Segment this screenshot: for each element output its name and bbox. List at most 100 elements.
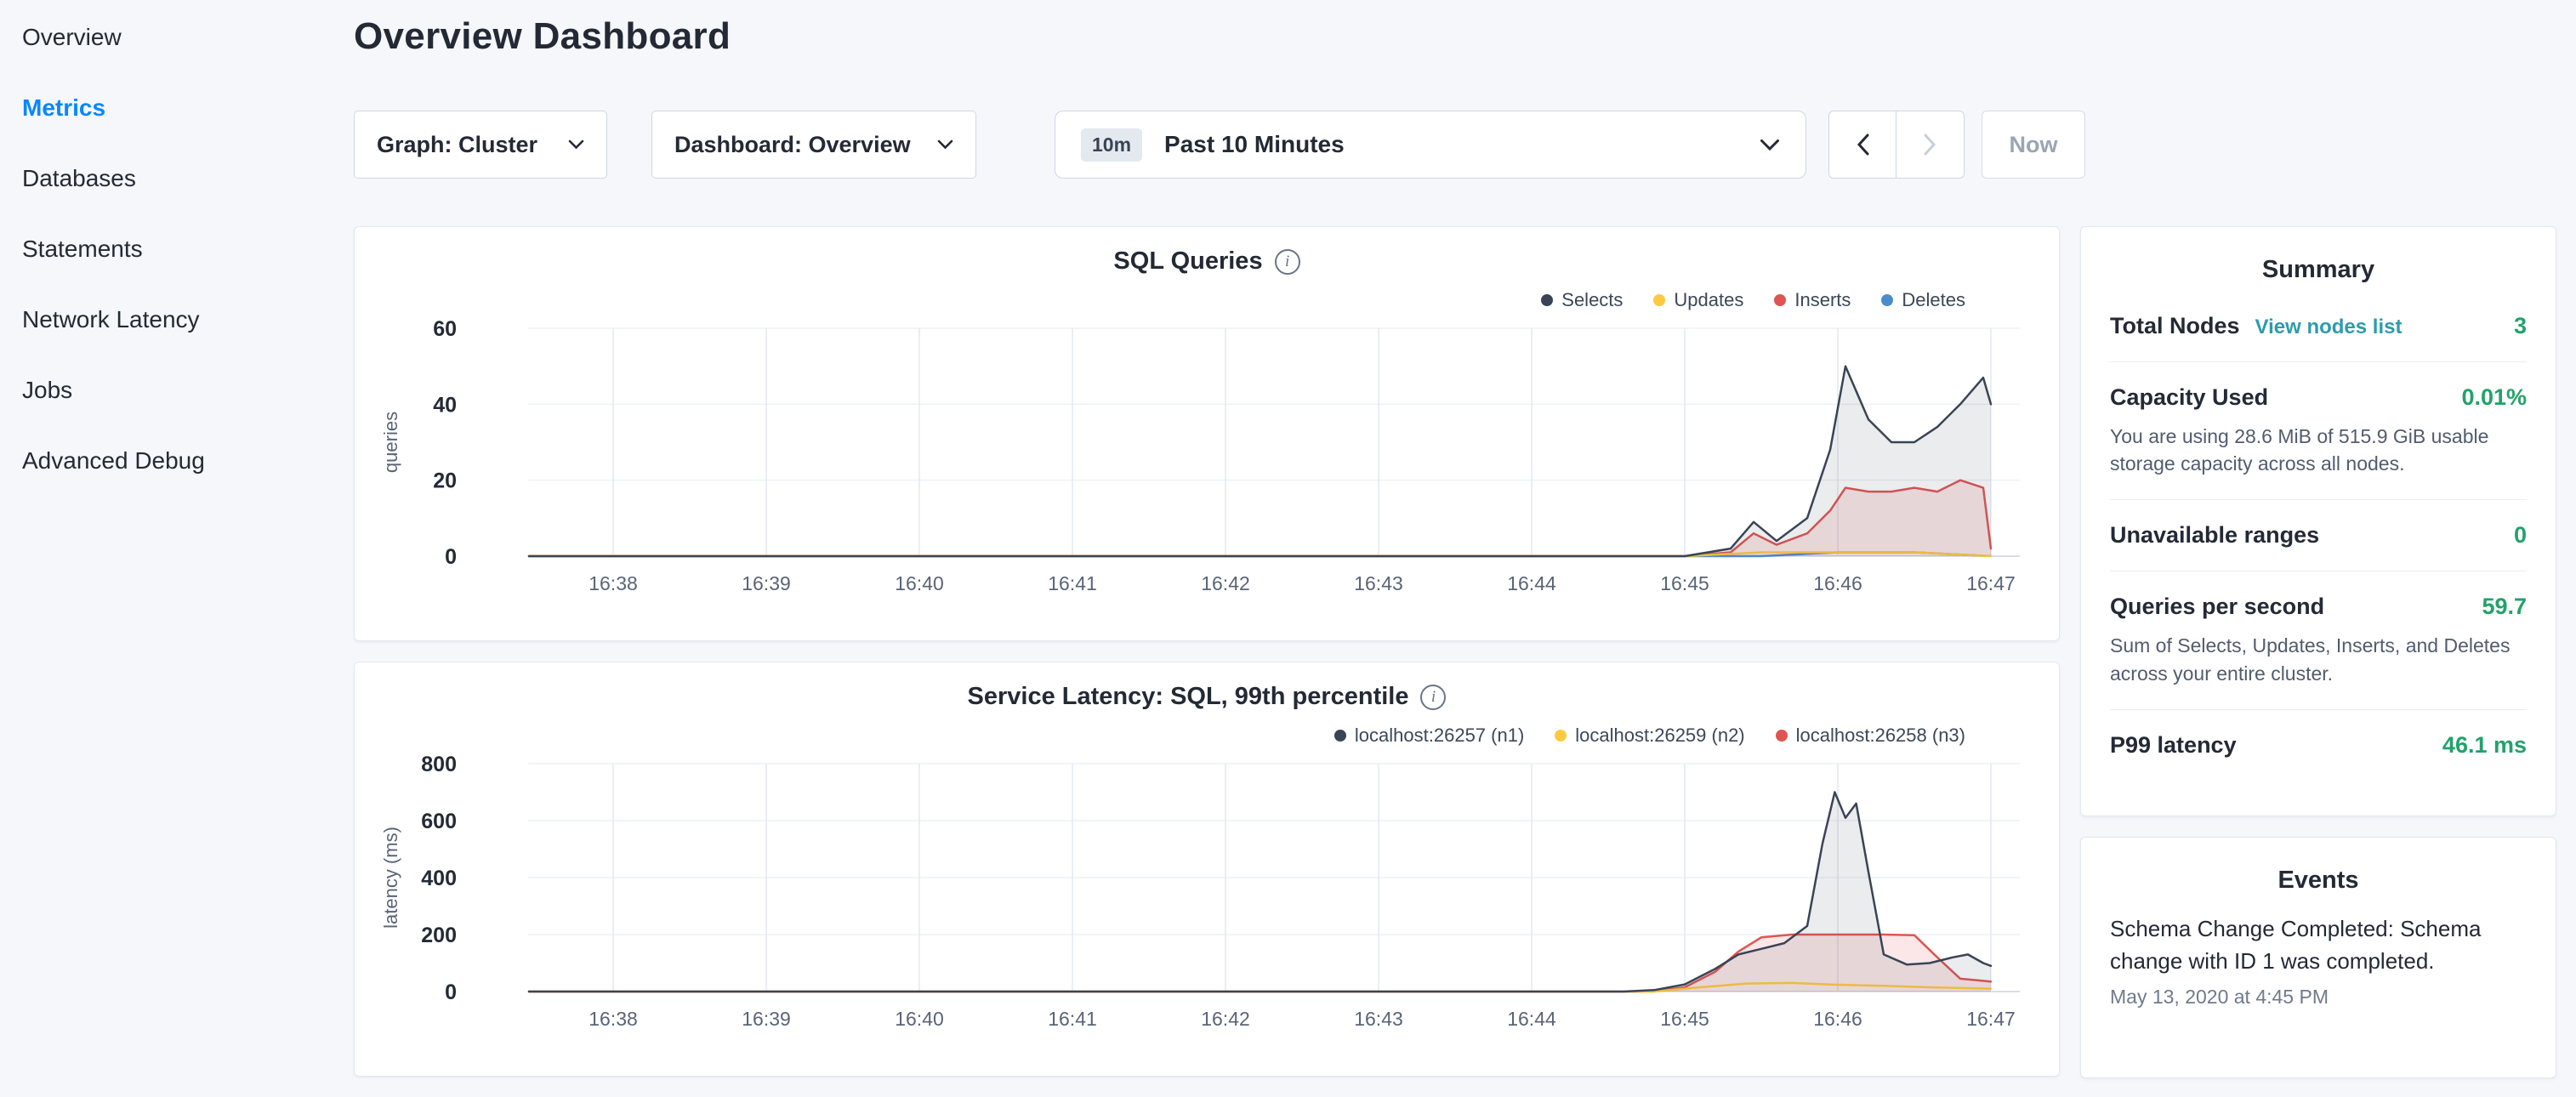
legend-item-deletes: Deletes [1881, 289, 1965, 311]
summary-description: Sum of Selects, Updates, Inserts, and De… [2110, 632, 2527, 686]
chart-title-row: Service Latency: SQL, 99th percentile [355, 683, 2059, 711]
time-forward-button[interactable] [1896, 111, 1965, 179]
legend-dot-icon [1541, 294, 1553, 306]
svg-text:16:38: 16:38 [589, 572, 638, 594]
svg-text:60: 60 [433, 317, 457, 341]
chevron-down-icon [1760, 139, 1780, 151]
svg-text:16:44: 16:44 [1507, 572, 1556, 594]
now-button[interactable]: Now [1982, 111, 2085, 179]
legend-item-localhost-26258-n3-: localhost:26258 (n3) [1776, 725, 1965, 747]
chevron-right-icon [1923, 133, 1937, 156]
events-title: Events [2110, 867, 2527, 895]
legend-label: Updates [1674, 289, 1743, 311]
summary-description: You are using 28.6 MiB of 515.9 GiB usab… [2110, 423, 2527, 477]
legend-item-localhost-26259-n2-: localhost:26259 (n2) [1555, 725, 1744, 747]
svg-text:16:47: 16:47 [1966, 572, 2016, 594]
summary-row-unavailable-ranges: Unavailable ranges 0 [2110, 499, 2527, 571]
service-latency-chart-panel: Service Latency: SQL, 99th percentile lo… [354, 662, 2060, 1077]
svg-text:0: 0 [445, 980, 457, 1004]
sidebar-item-advanced-debug[interactable]: Advanced Debug [0, 425, 340, 496]
sql-queries-chart[interactable]: 020406016:3816:3916:4016:4116:4216:4316:… [378, 316, 2037, 605]
chart-legend: SelectsUpdatesInsertsDeletes [355, 289, 1965, 311]
svg-text:16:42: 16:42 [1201, 1008, 1250, 1030]
event-text: Schema Change Completed: Schema change w… [2110, 913, 2527, 977]
time-back-button[interactable] [1828, 111, 1896, 179]
time-preset-badge: 10m [1081, 128, 1142, 162]
svg-text:16:38: 16:38 [589, 1008, 638, 1030]
summary-row-capacity-used: Capacity Used 0.01% You are using 28.6 M… [2110, 361, 2527, 499]
summary-value: 0.01% [2461, 384, 2527, 411]
svg-text:16:43: 16:43 [1354, 1008, 1403, 1030]
service-latency-chart[interactable]: 0 200 400 600 800 16:38 16:39 16:40 16:41 16:42 16… [378, 752, 2037, 1041]
charts-column: SQL Queries SelectsUpdatesInsertsDeletes… [354, 226, 2060, 1097]
view-nodes-link[interactable]: View nodes list [2255, 315, 2403, 339]
summary-panel: Summary Total Nodes View nodes list 3 Ca… [2080, 226, 2556, 816]
svg-text:16:45: 16:45 [1660, 572, 1709, 594]
svg-text:16:46: 16:46 [1813, 572, 1862, 594]
summary-value: 3 [2514, 313, 2527, 339]
legend-dot-icon [1881, 294, 1893, 306]
sidebar-item-databases[interactable]: Databases [0, 143, 340, 213]
svg-text:queries: queries [380, 412, 401, 473]
page-title: Overview Dashboard [354, 15, 731, 58]
legend-item-localhost-26257-n1-: localhost:26257 (n1) [1334, 725, 1524, 747]
svg-text:200: 200 [421, 924, 457, 947]
sql-queries-chart-panel: SQL Queries SelectsUpdatesInsertsDeletes… [354, 226, 2060, 641]
svg-text:600: 600 [421, 810, 457, 833]
legend-dot-icon [1774, 294, 1786, 306]
legend-dot-icon [1776, 730, 1788, 742]
sidebar-item-network-latency[interactable]: Network Latency [0, 284, 340, 355]
summary-label: Unavailable ranges [2110, 522, 2319, 548]
time-range-dropdown[interactable]: 10m Past 10 Minutes [1055, 111, 1806, 179]
legend-item-selects: Selects [1541, 289, 1623, 311]
svg-text:800: 800 [421, 753, 457, 776]
summary-title: Summary [2110, 256, 2527, 284]
legend-label: Selects [1561, 289, 1623, 311]
summary-row-total-nodes: Total Nodes View nodes list 3 [2110, 291, 2527, 361]
events-panel: Events Schema Change Completed: Schema c… [2080, 837, 2556, 1078]
svg-text:16:47: 16:47 [1966, 1008, 2016, 1030]
svg-text:16:43: 16:43 [1354, 572, 1403, 594]
summary-label: Capacity Used [2110, 384, 2268, 411]
svg-text:16:40: 16:40 [895, 572, 944, 594]
sidebar-item-jobs[interactable]: Jobs [0, 355, 340, 425]
sidebar-item-statements[interactable]: Statements [0, 213, 340, 284]
legend-item-updates: Updates [1653, 289, 1743, 311]
dashboard-dropdown[interactable]: Dashboard: Overview [651, 111, 976, 179]
summary-label: Total Nodes [2110, 313, 2240, 339]
svg-text:16:41: 16:41 [1048, 1008, 1097, 1030]
graph-dropdown[interactable]: Graph: Cluster [354, 111, 607, 179]
svg-text:16:44: 16:44 [1507, 1008, 1556, 1030]
chart-title-row: SQL Queries [355, 247, 2059, 276]
info-icon[interactable] [1420, 685, 1446, 710]
toolbar: Graph: Cluster Dashboard: Overview 10m P… [354, 111, 2085, 179]
sidebar: Overview Metrics Databases Statements Ne… [0, 0, 340, 1053]
summary-value: 0 [2514, 522, 2527, 548]
time-range-label: Past 10 Minutes [1164, 131, 1737, 158]
svg-text:40: 40 [433, 393, 457, 417]
legend-dot-icon [1555, 730, 1567, 742]
summary-label: P99 latency [2110, 732, 2237, 759]
svg-text:latency (ms): latency (ms) [380, 827, 401, 929]
chart-legend: localhost:26257 (n1) localhost:26259 (n2)… [355, 725, 1965, 747]
info-icon[interactable] [1275, 249, 1300, 275]
right-column: Summary Total Nodes View nodes list 3 Ca… [2080, 226, 2556, 1078]
legend-dot-icon [1334, 730, 1346, 742]
svg-text:16:42: 16:42 [1201, 572, 1250, 594]
chevron-down-icon [568, 139, 584, 150]
svg-text:16:40: 16:40 [895, 1008, 944, 1030]
chevron-down-icon [937, 139, 953, 150]
svg-text:20: 20 [433, 469, 457, 493]
svg-text:16:39: 16:39 [742, 572, 791, 594]
chart-title: SQL Queries [1113, 247, 1262, 276]
dashboard-dropdown-label: Dashboard: Overview [674, 132, 911, 158]
chart-title: Service Latency: SQL, 99th percentile [968, 683, 1409, 711]
legend-label: localhost:26259 (n2) [1575, 725, 1744, 747]
legend-label: localhost:26258 (n3) [1796, 725, 1965, 747]
graph-dropdown-label: Graph: Cluster [377, 132, 537, 158]
svg-text:16:39: 16:39 [742, 1008, 791, 1030]
sidebar-item-overview[interactable]: Overview [0, 2, 340, 72]
event-timestamp: May 13, 2020 at 4:45 PM [2110, 986, 2527, 1009]
sidebar-item-metrics[interactable]: Metrics [0, 72, 340, 143]
svg-text:400: 400 [421, 867, 457, 890]
